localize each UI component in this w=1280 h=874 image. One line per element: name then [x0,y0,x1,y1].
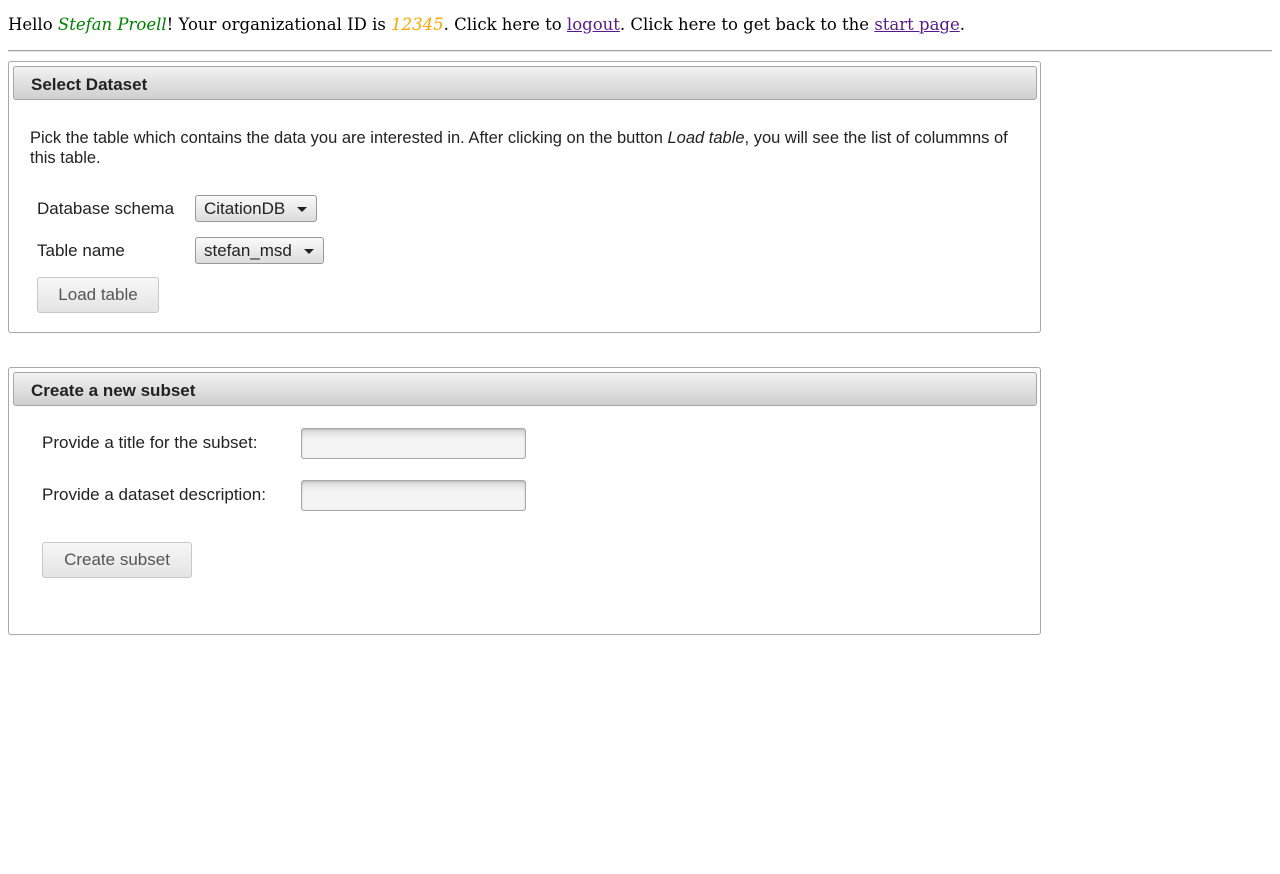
schema-select-value: CitationDB [204,199,286,218]
user-name: Stefan Proell [57,15,167,34]
greeting-hello-text: Hello [8,15,58,34]
subset-description-input[interactable] [301,480,526,511]
org-id-value: 12345 [391,15,444,34]
start-page-prefix-text: . Click here to get back to the [619,15,875,34]
create-subset-button[interactable]: Create subset [42,542,192,578]
schema-label: Database schema [37,199,175,218]
subset-title-label: Provide a title for the subset: [42,433,258,452]
horizontal-divider [8,50,1272,52]
load-table-button[interactable]: Load table [37,277,159,313]
table-label: Table name [37,241,125,260]
subset-description-label: Provide a dataset description: [42,485,266,504]
create-subset-panel: Create a new subset Provide a title for … [8,367,1041,635]
create-subset-title: Create a new subset [31,381,196,400]
table-select-value: stefan_msd [204,241,292,260]
create-subset-header: Create a new subset [13,372,1037,406]
select-dataset-description: Pick the table which contains the data y… [30,128,1020,168]
subset-title-input[interactable] [301,428,526,459]
chevron-down-icon [304,249,314,254]
table-select[interactable]: stefan_msd [195,237,324,264]
org-id-text: ! Your organizational ID is [166,15,392,34]
select-dataset-header: Select Dataset [13,66,1037,100]
select-dataset-panel: Select Dataset Pick the table which cont… [8,61,1041,333]
greeting-bar: Hello Stefan Proell! Your organizational… [8,14,965,36]
greeting-end-text: . [959,15,965,34]
logout-prefix-text: . Click here to [443,15,567,34]
description-text-before: Pick the table which contains the data y… [30,129,668,147]
select-dataset-title: Select Dataset [31,75,148,94]
logout-link[interactable]: logout [567,15,620,34]
start-page-link[interactable]: start page [874,15,959,34]
schema-select[interactable]: CitationDB [195,195,317,222]
chevron-down-icon [297,207,307,212]
description-emphasis: Load table [667,129,745,147]
